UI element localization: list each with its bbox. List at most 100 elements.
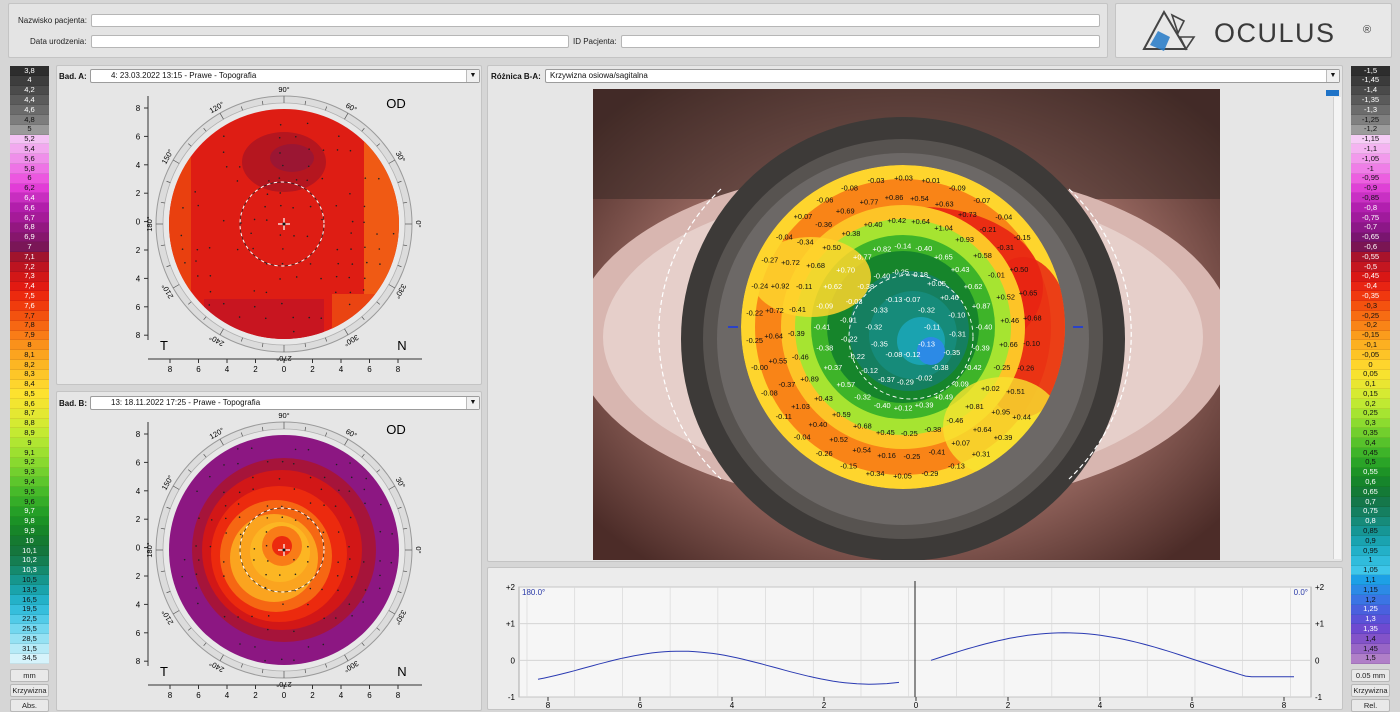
exam-b-select-value: 13: 18.11.2022 17:25 - Prawe - Topografi… xyxy=(111,398,260,407)
abs-button[interactable]: Abs. xyxy=(10,699,49,712)
patient-id-field[interactable] xyxy=(621,35,1100,48)
scale-value-cell: 0,35 xyxy=(1351,428,1390,438)
left-color-scale: 3,8 4 4,2 4,4 4,6 4,8 5 5,2 5,4 5,6 5,8 6 6,2 6,4 6,6 6… xyxy=(10,66,49,664)
difference-value: -0.22 xyxy=(848,352,865,361)
unit-button-left[interactable]: mm xyxy=(10,669,49,682)
scale-value-cell: -0,6 xyxy=(1351,242,1390,252)
dob-field[interactable] xyxy=(91,35,569,48)
difference-value: -0.25 xyxy=(901,429,918,438)
exam-a-select[interactable]: 4: 23.03.2022 13:15 - Prawe - Topografia… xyxy=(90,69,480,83)
scale-value-cell: -0,65 xyxy=(1351,233,1390,243)
scale-value-cell: -0,7 xyxy=(1351,223,1390,233)
difference-value: +0.62 xyxy=(823,282,842,291)
scale-value-cell: 8,9 xyxy=(10,428,49,438)
difference-value: -0.41 xyxy=(929,448,946,457)
scale-value-cell: -0,35 xyxy=(1351,291,1390,301)
scale-value-cell: -0,9 xyxy=(1351,184,1390,194)
difference-value: -0.24 xyxy=(751,281,768,290)
chevron-down-icon[interactable]: ▼ xyxy=(466,70,479,82)
difference-value: -0.35 xyxy=(943,348,960,357)
difference-value: -0.27 xyxy=(761,256,778,265)
difference-value: +0.52 xyxy=(829,435,848,444)
scale-value-cell: 7,9 xyxy=(10,331,49,341)
scale-value-cell: 0,15 xyxy=(1351,389,1390,399)
mode-button-right[interactable]: Krzywizna xyxy=(1351,684,1390,697)
difference-value: -0.40 xyxy=(976,322,993,331)
profile-x-label: 8 xyxy=(546,701,551,709)
difference-value: -0.13 xyxy=(948,462,965,471)
difference-value: +0.63 xyxy=(935,200,954,209)
scale-value-cell: -1 xyxy=(1351,164,1390,174)
difference-value: +0.05 xyxy=(927,279,946,288)
chevron-down-icon[interactable]: ▼ xyxy=(1326,70,1339,82)
profile-y-label: +2 xyxy=(506,583,516,592)
eye-side-label: OD xyxy=(386,422,406,437)
mode-button-left[interactable]: Krzywizna xyxy=(10,684,49,697)
scale-value-cell: -1,3 xyxy=(1351,105,1390,115)
x-tick-label: 8 xyxy=(168,365,173,374)
vertical-scrollbar[interactable] xyxy=(1333,97,1341,559)
scale-value-cell: 10 xyxy=(10,536,49,546)
x-tick-label: 4 xyxy=(339,365,344,374)
scale-value-cell: 8 xyxy=(10,340,49,350)
scale-value-cell: 7,5 xyxy=(10,291,49,301)
difference-value: -0.14 xyxy=(894,242,911,251)
x-tick-label: 8 xyxy=(168,691,173,700)
difference-value: +0.72 xyxy=(781,258,800,267)
difference-value: +0.59 xyxy=(832,410,851,419)
difference-value: -0.09 xyxy=(952,380,969,389)
difference-value: -0.04 xyxy=(794,432,811,441)
profile-x-label: 0 xyxy=(914,701,919,709)
difference-value: +0.07 xyxy=(794,212,813,221)
difference-value: +0.42 xyxy=(887,216,906,225)
difference-value: +0.89 xyxy=(800,374,819,383)
difference-value: -0.40 xyxy=(874,401,891,410)
difference-value: -0.29 xyxy=(897,378,914,387)
difference-value: -0.25 xyxy=(892,267,909,276)
difference-select[interactable]: Krzywizna osiowa/sagitalna ▼ xyxy=(545,69,1340,83)
difference-value: -0.01 xyxy=(840,315,857,324)
angle-label: 270° xyxy=(276,354,292,363)
difference-value: -0.32 xyxy=(865,323,882,332)
difference-value: -0.09 xyxy=(816,302,833,311)
scale-value-cell: 4,6 xyxy=(10,105,49,115)
difference-value: -0.46 xyxy=(792,352,809,361)
scale-value-cell: 6 xyxy=(10,174,49,184)
scale-value-cell: 0,85 xyxy=(1351,526,1390,536)
scale-value-cell: 1,05 xyxy=(1351,566,1390,576)
difference-value: +0.68 xyxy=(1023,314,1042,323)
x-tick-label: 6 xyxy=(196,365,201,374)
exam-a-map[interactable]: 8642024688 6 4 2 0 2 4 6 890°60°30°0°330°300°270… xyxy=(132,84,462,384)
difference-value: +0.93 xyxy=(955,235,974,244)
scale-value-cell: 4,2 xyxy=(10,86,49,96)
difference-value: -0.08 xyxy=(761,389,778,398)
scale-value-cell: 4 xyxy=(10,76,49,86)
difference-value: +0.37 xyxy=(824,363,843,372)
x-tick-label: 4 xyxy=(225,365,230,374)
difference-value: +0.44 xyxy=(1012,413,1031,422)
exam-b-map[interactable]: 8642024688 6 4 2 0 2 4 6 890°60°30°0°330°300°270… xyxy=(132,410,462,710)
name-field[interactable] xyxy=(91,14,1100,27)
scroll-thumb[interactable] xyxy=(1326,90,1339,96)
scale-value-cell: 6,7 xyxy=(10,213,49,223)
unit-button-right[interactable]: 0.05 mm xyxy=(1351,669,1390,682)
scale-value-cell: -0,85 xyxy=(1351,193,1390,203)
scale-value-cell: 8,5 xyxy=(10,389,49,399)
scale-value-cell: -1,25 xyxy=(1351,115,1390,125)
scale-value-cell: 8,6 xyxy=(10,399,49,409)
rel-button[interactable]: Rel. xyxy=(1351,699,1390,712)
scale-value-cell: 5,4 xyxy=(10,144,49,154)
difference-value: +0.40 xyxy=(864,220,883,229)
scale-value-cell: 5,8 xyxy=(10,164,49,174)
scale-value-cell: 10,2 xyxy=(10,556,49,566)
difference-value: +0.50 xyxy=(1010,265,1029,274)
scale-value-cell: 6,2 xyxy=(10,184,49,194)
difference-value: +0.55 xyxy=(769,356,788,365)
chevron-down-icon[interactable]: ▼ xyxy=(466,397,479,409)
exam-b-select[interactable]: 13: 18.11.2022 17:25 - Prawe - Topografi… xyxy=(90,396,480,410)
scale-value-cell: 1,2 xyxy=(1351,595,1390,605)
scale-value-cell: 0 xyxy=(1351,360,1390,370)
x-tick-label: 8 xyxy=(396,365,401,374)
y-tick-label: 8 xyxy=(136,104,141,113)
scale-value-cell: 1,4 xyxy=(1351,634,1390,644)
